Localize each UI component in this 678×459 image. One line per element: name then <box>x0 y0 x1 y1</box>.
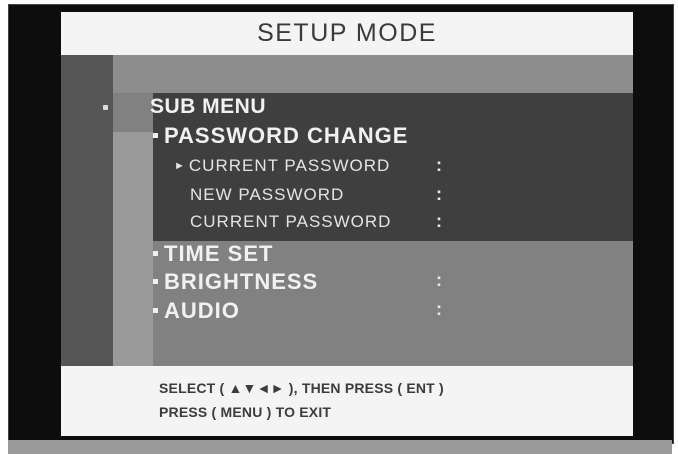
title-bar: SETUP MODE <box>61 12 633 55</box>
submenu-item-current-password[interactable]: ► CURRENT PASSWORD <box>174 156 390 176</box>
bullet-icon <box>153 250 158 256</box>
submenu-item-label: NEW PASSWORD <box>190 185 345 204</box>
value-separator: : <box>436 155 442 175</box>
left-panel <box>61 55 113 366</box>
value-separator: : <box>436 299 442 319</box>
submenu-marker-icon <box>103 105 108 110</box>
selection-pointer-icon: ► <box>174 160 186 172</box>
bottom-strip <box>8 440 672 454</box>
menu-item-label: TIME SET <box>164 241 274 266</box>
help-exit-text: PRESS ( MENU ) TO EXIT <box>159 404 332 420</box>
menu-item-brightness[interactable]: BRIGHTNESS <box>153 269 318 295</box>
menu-item-label: BRIGHTNESS <box>164 269 319 294</box>
menu-item-password-change[interactable]: PASSWORD CHANGE <box>153 123 408 149</box>
menu-item-label: AUDIO <box>164 298 240 323</box>
help-select-text: SELECT ( ▲▼◄► ), THEN PRESS ( ENT ) <box>159 380 444 396</box>
left-inner-panel <box>113 132 153 366</box>
bullet-icon <box>153 307 158 313</box>
footer-help: SELECT ( ▲▼◄► ), THEN PRESS ( ENT ) PRES… <box>61 366 633 436</box>
setup-screen: SETUP MODE SUB MENU PASSWORD CHANGE ► CUR… <box>61 12 633 436</box>
value-separator: : <box>436 211 442 231</box>
value-separator: : <box>436 270 442 290</box>
sub-menu-label: SUB MENU <box>150 95 267 118</box>
bullet-icon <box>153 278 158 284</box>
menu-item-audio[interactable]: AUDIO <box>153 298 240 324</box>
page-title: SETUP MODE <box>257 19 437 47</box>
menu-item-time-set[interactable]: TIME SET <box>153 241 273 267</box>
submenu-item-label: CURRENT PASSWORD <box>190 212 392 231</box>
submenu-item-new-password[interactable]: NEW PASSWORD <box>190 185 344 205</box>
top-band <box>113 55 633 93</box>
value-separator: : <box>436 184 442 204</box>
submenu-item-label: CURRENT PASSWORD <box>188 156 391 175</box>
submenu-item-confirm-password[interactable]: CURRENT PASSWORD <box>190 212 391 232</box>
menu-item-label: PASSWORD CHANGE <box>164 123 409 148</box>
bullet-icon <box>153 132 158 138</box>
